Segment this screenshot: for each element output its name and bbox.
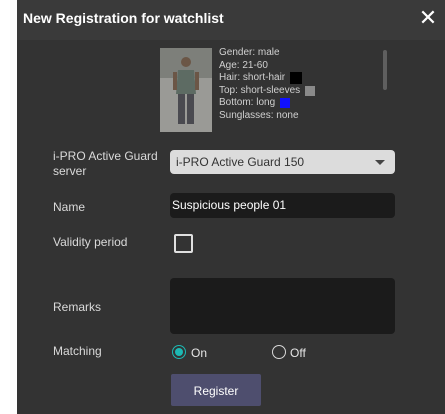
top-color-swatch bbox=[305, 85, 316, 96]
hair-color-swatch bbox=[290, 72, 303, 85]
matching-on-label[interactable]: On bbox=[191, 346, 207, 360]
matching-label: Matching bbox=[53, 344, 102, 358]
close-icon[interactable]: ✕ bbox=[415, 5, 441, 31]
remarks-label: Remarks bbox=[53, 300, 102, 314]
matching-off-radio[interactable] bbox=[272, 345, 286, 359]
server-label-line2: server bbox=[53, 164, 87, 178]
attr-sunglasses: Sunglasses: none bbox=[219, 109, 299, 121]
remarks-textarea[interactable] bbox=[170, 278, 395, 334]
attr-bottom: Bottom: long bbox=[219, 97, 276, 108]
validity-checkbox[interactable] bbox=[174, 234, 193, 253]
name-input[interactable]: Suspicious people 01 bbox=[170, 193, 395, 218]
bottom-color-swatch bbox=[280, 98, 291, 109]
server-label: i-PRO Active Guard server bbox=[53, 149, 158, 179]
validity-label: Validity period bbox=[53, 235, 128, 249]
person-attributes: Gender: male Age: 21-60 Hair: short-hair… bbox=[219, 47, 316, 122]
attributes-scrollbar[interactable] bbox=[383, 50, 387, 90]
register-button[interactable]: Register bbox=[171, 374, 261, 406]
server-select-value: i-PRO Active Guard 150 bbox=[176, 155, 305, 169]
attr-hair: Hair: short-hair bbox=[219, 72, 286, 83]
attr-gender: Gender: male bbox=[219, 47, 280, 58]
dialog-title: New Registration for watchlist bbox=[23, 10, 224, 26]
dialog-titlebar: New Registration for watchlist ✕ bbox=[17, 0, 445, 40]
registration-dialog: New Registration for watchlist ✕ Gender:… bbox=[17, 0, 445, 414]
matching-on-radio[interactable] bbox=[172, 345, 186, 359]
matching-off-label[interactable]: Off bbox=[290, 346, 306, 360]
server-label-line1: i-PRO Active Guard bbox=[53, 149, 158, 163]
name-input-value: Suspicious people 01 bbox=[172, 198, 287, 212]
server-select[interactable]: i-PRO Active Guard 150 bbox=[170, 150, 395, 174]
person-photo bbox=[160, 48, 212, 132]
name-label: Name bbox=[53, 200, 86, 214]
attr-age: Age: 21-60 bbox=[219, 59, 268, 71]
attr-top: Top: short-sleeves bbox=[219, 84, 301, 96]
chevron-down-icon bbox=[375, 160, 385, 165]
